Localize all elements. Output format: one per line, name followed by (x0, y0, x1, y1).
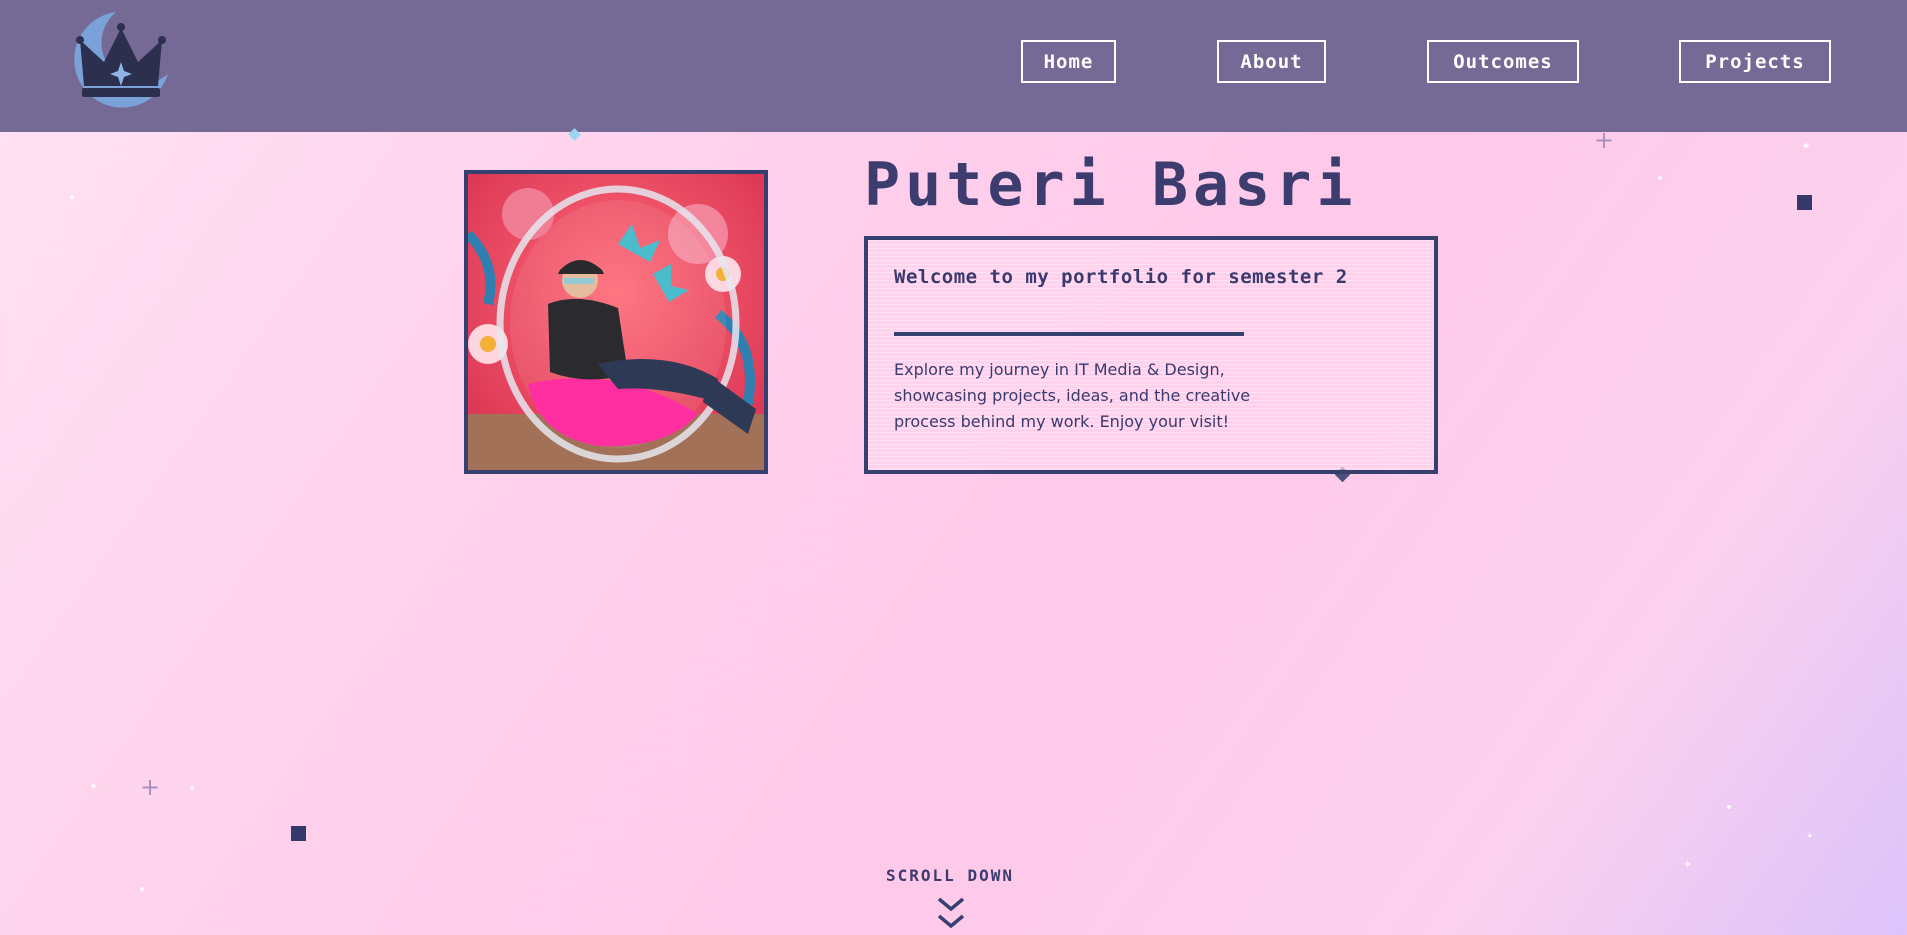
decor-dot (1727, 805, 1731, 809)
decor-square (1797, 195, 1812, 210)
decor-dot (190, 786, 194, 790)
nav-home-button[interactable]: Home (1021, 40, 1116, 83)
decor-sparkle-icon: ✦ (1683, 858, 1693, 871)
welcome-card: Welcome to my portfolio for semester 2 E… (864, 236, 1438, 474)
decor-dot (70, 195, 74, 199)
decor-sparkle-icon: ✦ (1801, 139, 1812, 153)
decor-square (291, 826, 306, 841)
crescent-moon-crown-icon[interactable] (70, 10, 172, 110)
decor-plus-icon: + (140, 773, 161, 801)
welcome-text: Explore my journey in IT Media & Design,… (894, 360, 1251, 431)
decor-dot (140, 887, 144, 891)
decor-plus-icon: + (1594, 126, 1615, 154)
page-title: Puteri Basri (864, 150, 1358, 220)
nav-about-button[interactable]: About (1217, 40, 1326, 83)
welcome-heading: Welcome to my portfolio for semester 2 (894, 266, 1348, 288)
divider (894, 332, 1244, 336)
profile-photo (464, 170, 768, 474)
scroll-down-label[interactable]: SCROLL DOWN (860, 866, 1040, 885)
decor-sparkle-icon: ✦ (89, 780, 99, 793)
site-header: Home About Outcomes Projects (0, 0, 1907, 132)
double-chevron-down-icon[interactable] (936, 896, 966, 932)
nav-projects-button[interactable]: Projects (1679, 40, 1831, 83)
decor-sparkle-icon: ✦ (1806, 832, 1814, 842)
nav-outcomes-button[interactable]: Outcomes (1427, 40, 1579, 83)
decor-dot (1658, 176, 1662, 180)
